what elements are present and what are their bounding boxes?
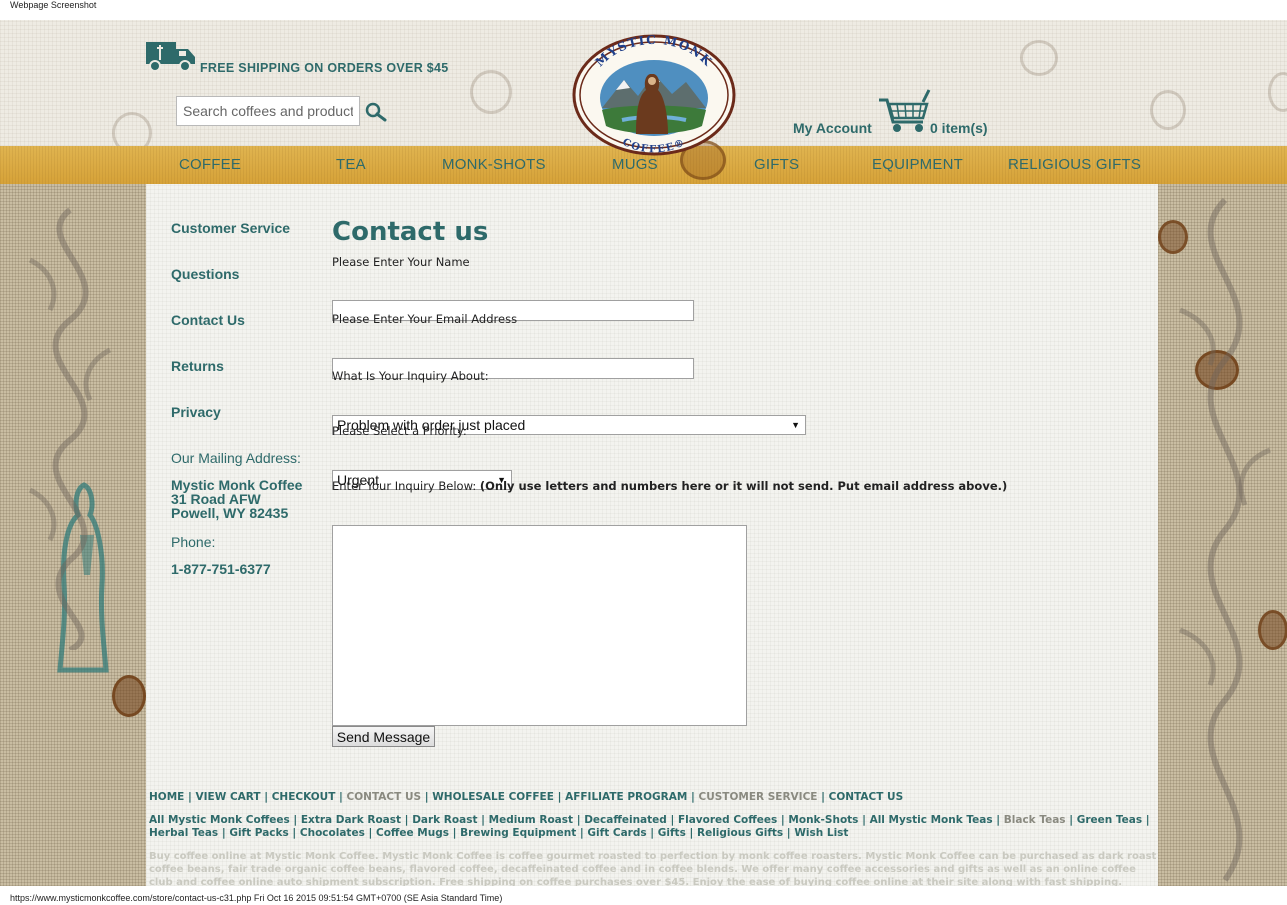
shopping-cart-icon[interactable] (877, 88, 931, 134)
mystic-monk-logo[interactable]: MYSTIC MONK COFFEE® (572, 34, 736, 156)
page: FREE SHIPPING ON ORDERS OVER $45 MYSTIC … (0, 20, 1287, 886)
separator: | (557, 791, 562, 803)
cart-item-count[interactable]: 0 item(s) (930, 120, 988, 136)
my-account-link[interactable]: My Account (793, 120, 872, 136)
dropdown-arrow-icon: ▼ (791, 420, 800, 430)
footer-link-checkout[interactable]: CHECKOUT (272, 791, 336, 803)
footer-link-category[interactable]: Gift Cards (587, 827, 646, 839)
coffee-bean-decoration (1020, 40, 1058, 76)
delivery-truck-icon (146, 42, 195, 72)
address-line-2: 31 Road AFW (171, 491, 261, 507)
send-message-button[interactable]: Send Message (332, 726, 435, 747)
message-note: (Only use letters and numbers here or it… (479, 479, 1008, 493)
address-line-3: Powell, WY 82435 (171, 505, 289, 521)
separator: | (690, 791, 695, 803)
footer-link-view-cart[interactable]: VIEW CART (196, 791, 261, 803)
coffee-bean-decoration (112, 675, 146, 717)
nav-item-gifts[interactable]: GIFTS (754, 156, 799, 173)
sidebar-link-customer-service[interactable]: Customer Service (171, 220, 290, 236)
footer-link-category[interactable]: Herbal Teas (149, 827, 218, 839)
free-shipping-banner: FREE SHIPPING ON ORDERS OVER $45 (200, 61, 449, 75)
page-title: Contact us (332, 217, 489, 247)
phone-number[interactable]: 1-877-751-6377 (171, 562, 271, 576)
search-icon[interactable] (364, 102, 388, 122)
separator: | (339, 791, 343, 803)
mailing-address-label: Our Mailing Address: (171, 450, 301, 466)
footer-link-contact-us[interactable]: CONTACT US (347, 791, 422, 803)
nav-item-tea[interactable]: TEA (336, 156, 366, 173)
sidebar-link-returns[interactable]: Returns (171, 358, 224, 374)
footer-link-category[interactable]: Monk-Shots (788, 814, 858, 826)
separator: | (264, 791, 269, 803)
sidebar-link-questions[interactable]: Questions (171, 266, 239, 282)
footer-link-affiliate-program[interactable]: AFFILIATE PROGRAM (565, 791, 687, 803)
footer-link-category[interactable]: All Mystic Monk Teas (870, 814, 993, 826)
separator: | (424, 791, 429, 803)
email-label: Please Enter Your Email Address (332, 312, 518, 326)
footer-seo-text: Buy coffee online at Mystic Monk Coffee.… (149, 851, 1157, 886)
footer-link-category[interactable]: Medium Roast (489, 814, 573, 826)
content-panel: Customer Service Questions Contact Us Re… (146, 184, 1158, 886)
footer-link-customer-service[interactable]: CUSTOMER SERVICE (698, 791, 817, 803)
leaf-swirl-decoration (1179, 197, 1272, 882)
footer-link-category[interactable]: Gifts (658, 827, 686, 839)
footer-link-category[interactable]: Green Teas (1077, 814, 1142, 826)
separator: | (188, 791, 192, 803)
nav-item-mugs[interactable]: MUGS (612, 156, 658, 173)
screenshot-caption-top: Webpage Screenshot (10, 0, 97, 10)
footer-link-home[interactable]: HOME (149, 791, 184, 803)
footer-link-category[interactable]: Wish List (794, 827, 848, 839)
nav-item-equipment[interactable]: EQUIPMENT (872, 156, 963, 173)
footer-link-category[interactable]: Decaffeinated (584, 814, 667, 826)
nav-item-religious-gifts[interactable]: RELIGIOUS GIFTS (1008, 156, 1141, 173)
footer-link-category[interactable]: Chocolates (300, 827, 365, 839)
nav-item-monk-shots[interactable]: MONK-SHOTS (442, 156, 546, 173)
footer-link-category[interactable]: Dark Roast (412, 814, 477, 826)
message-label-text: Enter Your Inquiry Below: (332, 479, 477, 493)
footer-link-wholesale-coffee[interactable]: WHOLESALE COFFEE (432, 791, 554, 803)
footer-link-category[interactable]: Flavored Coffees (678, 814, 777, 826)
phone-label: Phone: (171, 534, 216, 550)
footer-nav: HOME | VIEW CART | CHECKOUT | CONTACT US… (149, 791, 903, 803)
name-label: Please Enter Your Name (332, 255, 470, 269)
footer-link-category[interactable]: Brewing Equipment (460, 827, 576, 839)
footer-link-category[interactable]: Extra Dark Roast (301, 814, 401, 826)
footer-link-category[interactable]: Black Teas (1004, 814, 1066, 826)
inquiry-label: What Is Your Inquiry About: (332, 369, 489, 383)
address-line-1: Mystic Monk Coffee (171, 477, 303, 493)
footer-link-category[interactable]: Coffee Mugs (376, 827, 449, 839)
leaf-swirl-decoration (28, 207, 112, 650)
coffee-bean-decoration (1268, 72, 1287, 112)
coffee-bean-decoration (1150, 90, 1186, 130)
footer-link-category[interactable]: Religious Gifts (697, 827, 783, 839)
message-textarea[interactable] (332, 525, 747, 726)
sidebar-link-privacy[interactable]: Privacy (171, 404, 221, 420)
nav-item-coffee[interactable]: COFFEE (179, 156, 241, 173)
sidebar-link-contact-us[interactable]: Contact Us (171, 312, 245, 328)
footer-link-contact-us-2[interactable]: CONTACT US (829, 791, 904, 803)
footer-link-category[interactable]: All Mystic Monk Coffees (149, 814, 290, 826)
priority-label: Please Select a Priority: (332, 424, 467, 438)
footer-link-category[interactable]: Gift Packs (229, 827, 288, 839)
screenshot-caption-bottom: https://www.mysticmonkcoffee.com/store/c… (10, 893, 503, 903)
footer-category-links: All Mystic Monk Coffees | Extra Dark Roa… (149, 814, 1150, 839)
search-input[interactable] (176, 96, 360, 126)
separator: | (821, 791, 825, 803)
message-label: Enter Your Inquiry Below: (Only use lett… (332, 479, 1007, 493)
coffee-bean-decoration (470, 70, 512, 114)
